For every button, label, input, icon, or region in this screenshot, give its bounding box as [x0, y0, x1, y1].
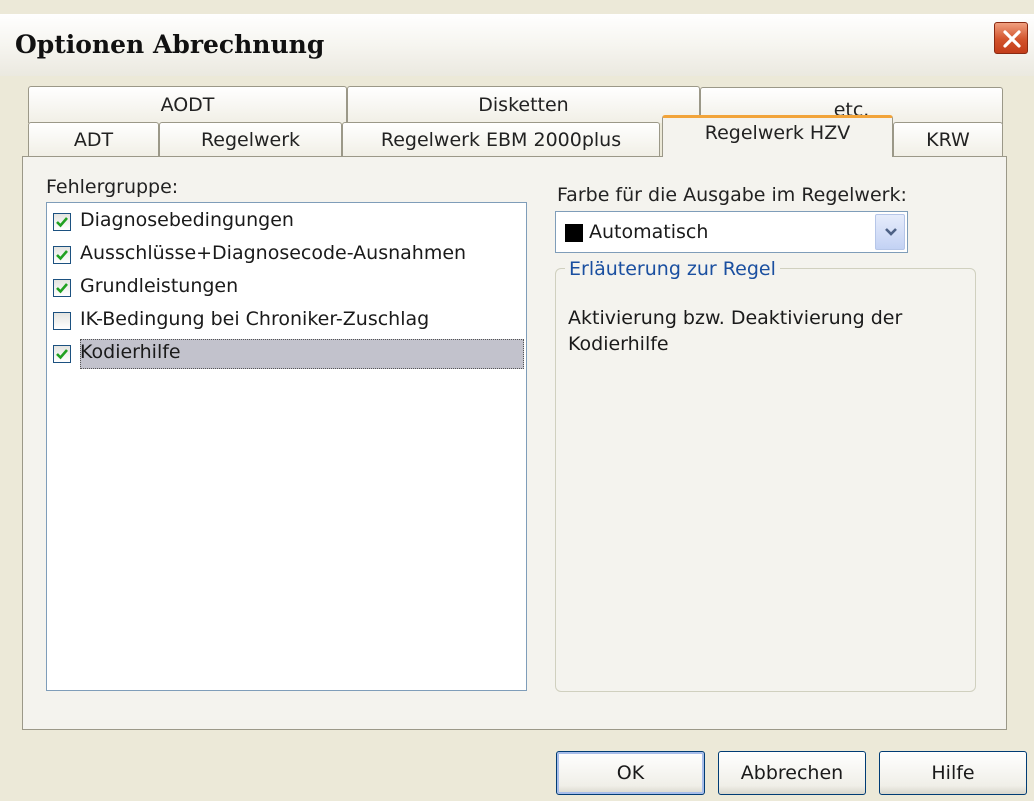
tab-aodt[interactable]: AODT — [28, 86, 347, 123]
list-item-selected[interactable]: Kodierhilfe — [50, 339, 524, 369]
checkmark-icon — [56, 250, 68, 261]
color-label: Farbe für die Ausgabe im Regelwerk: — [557, 184, 907, 206]
checkmark-icon — [56, 217, 68, 228]
tab-regelwerk-ebm-2000plus[interactable]: Regelwerk EBM 2000plus — [342, 122, 660, 156]
checkbox-checked[interactable] — [53, 246, 71, 264]
group-title: Erläuterung zur Regel — [565, 258, 780, 280]
dropdown-button[interactable] — [875, 214, 905, 250]
tab-label: Regelwerk HZV — [704, 121, 851, 144]
chevron-down-icon — [885, 228, 897, 236]
tab-strip: AODT Disketten etc. ADT Regelwerk Regelw… — [0, 76, 1034, 157]
color-swatch — [565, 224, 583, 242]
tab-regelwerk-hzv[interactable]: Regelwerk HZV — [662, 115, 893, 157]
list-item[interactable]: Grundleistungen — [50, 273, 524, 303]
list-item-label: Grundleistungen — [80, 275, 239, 297]
list-item[interactable]: Ausschlüsse+Diagnosecode-Ausnahmen — [50, 240, 524, 270]
color-select[interactable]: Automatisch — [555, 211, 908, 253]
help-button[interactable]: Hilfe — [879, 751, 1027, 795]
close-button[interactable] — [994, 22, 1028, 54]
checkbox-unchecked[interactable] — [53, 312, 71, 330]
checkbox-checked[interactable] — [53, 345, 71, 363]
tab-disketten[interactable]: Disketten — [347, 86, 700, 123]
tab-label: AODT — [160, 94, 215, 116]
rule-description: Aktivierung bzw. Deaktivierung der Kodie… — [568, 307, 903, 355]
list-item-label: Kodierhilfe — [80, 341, 181, 363]
tab-krw[interactable]: KRW — [893, 122, 1003, 156]
options-dialog: Optionen Abrechnung AODT Disketten etc. … — [0, 0, 1034, 801]
fehlergruppe-label: Fehlergruppe: — [46, 176, 179, 198]
checkbox-checked[interactable] — [53, 213, 71, 231]
checkmark-icon — [56, 283, 68, 294]
checkbox-checked[interactable] — [53, 279, 71, 297]
list-item[interactable]: IK-Bedingung bei Chroniker-Zuschlag — [50, 306, 524, 336]
tab-label: KRW — [926, 128, 970, 151]
cancel-button[interactable]: Abbrechen — [718, 751, 866, 795]
checkmark-icon — [56, 349, 68, 360]
tab-label: ADT — [73, 128, 114, 151]
fehlergruppe-list[interactable]: Diagnosebedingungen Ausschlüsse+Diagnose… — [46, 202, 527, 691]
color-select-value: Automatisch — [589, 221, 709, 243]
tab-label: Regelwerk — [200, 128, 301, 151]
tab-label: Regelwerk EBM 2000plus — [380, 128, 622, 151]
ok-button[interactable]: OK — [556, 751, 705, 795]
close-x-icon — [1003, 30, 1021, 48]
list-item-label: Diagnosebedingungen — [80, 209, 294, 231]
list-item[interactable]: Diagnosebedingungen — [50, 207, 524, 237]
list-item-label: IK-Bedingung bei Chroniker-Zuschlag — [80, 308, 430, 330]
tab-adt[interactable]: ADT — [28, 122, 159, 156]
tab-label: Disketten — [478, 94, 569, 116]
list-item-label: Ausschlüsse+Diagnosecode-Ausnahmen — [80, 242, 467, 264]
window-title: Optionen Abrechnung — [15, 30, 325, 59]
tab-regelwerk[interactable]: Regelwerk — [159, 122, 342, 156]
